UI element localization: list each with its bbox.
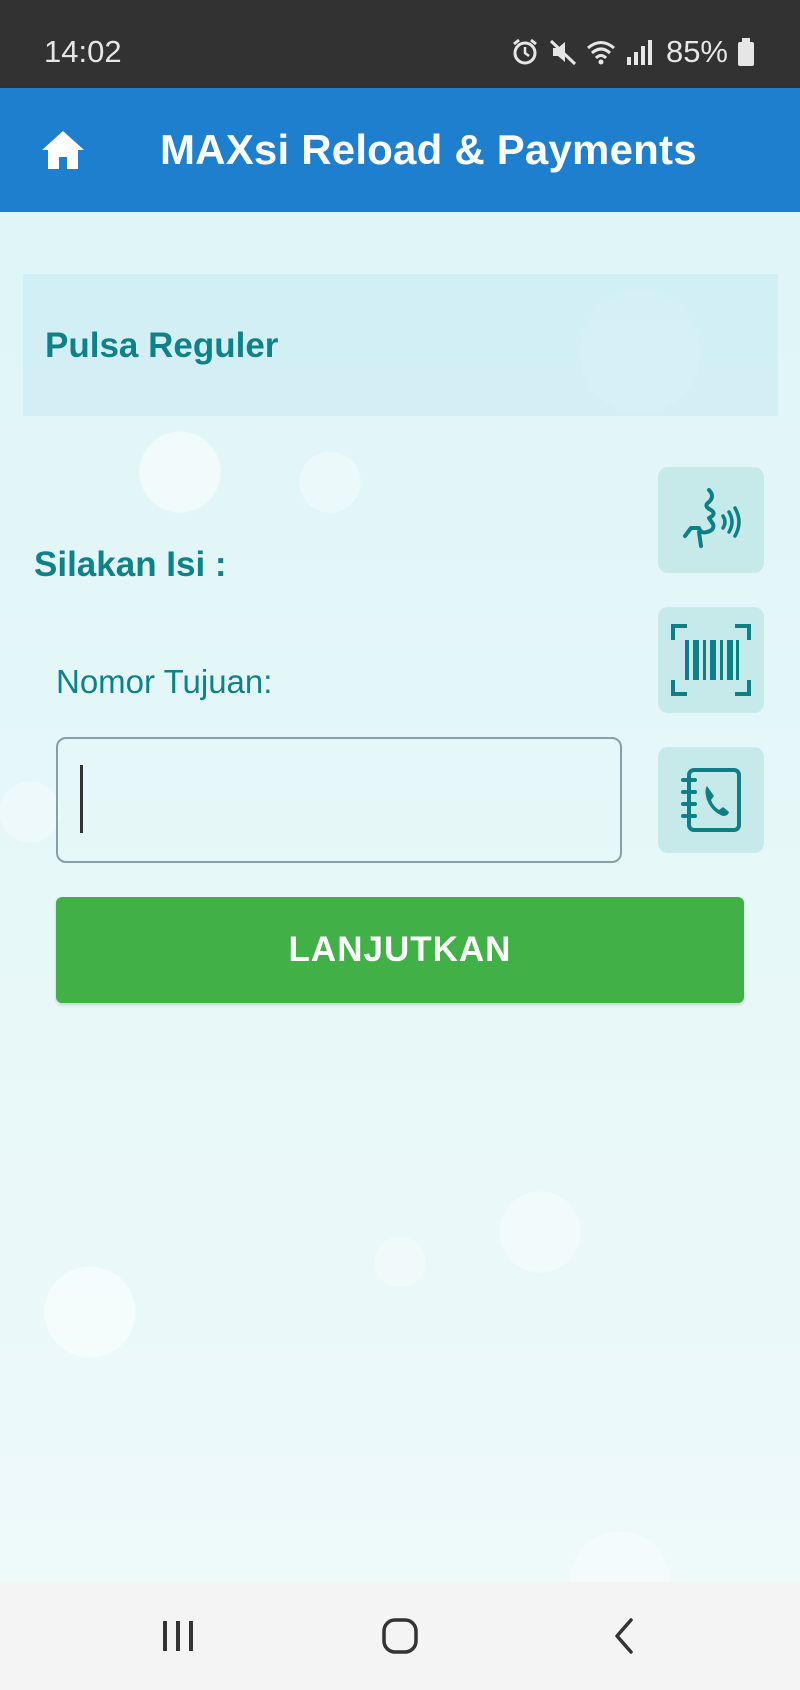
destination-number-input[interactable] (56, 737, 622, 863)
voice-input-button[interactable] (658, 467, 764, 573)
back-button[interactable] (594, 1610, 654, 1662)
wifi-icon (586, 41, 615, 65)
barcode-icon (671, 624, 751, 696)
home-nav-icon (382, 1618, 418, 1654)
home-nav-button[interactable] (370, 1610, 430, 1662)
recent-apps-icon (163, 1621, 193, 1651)
back-icon (615, 1618, 633, 1654)
fill-prompt: Silakan Isi : (34, 545, 227, 584)
home-icon[interactable] (40, 128, 86, 172)
app-title: MAXsi Reload & Payments (160, 126, 697, 173)
voice-icon (683, 488, 741, 548)
recent-apps-button[interactable] (148, 1610, 208, 1662)
contacts-button[interactable] (658, 747, 764, 853)
destination-number-label: Nomor Tujuan: (56, 663, 273, 700)
system-nav-bar (0, 1582, 800, 1690)
battery-percent: 85% (665, 34, 728, 69)
app-bar: MAXsi Reload & Payments (0, 88, 800, 212)
text-caret (80, 765, 83, 833)
signal-icon (626, 40, 652, 65)
status-time: 14:02 (44, 34, 122, 69)
contact-book-icon (681, 768, 741, 832)
mute-icon (549, 39, 576, 66)
alarm-icon (513, 38, 537, 65)
continue-button[interactable]: LANJUTKAN (56, 897, 744, 1003)
section-title: Pulsa Reguler (45, 326, 279, 365)
status-bar: 14:02 85% (0, 0, 800, 88)
barcode-scan-button[interactable] (658, 607, 764, 713)
battery-icon (738, 38, 754, 66)
status-icons: 85% (510, 34, 756, 70)
section-header: Pulsa Reguler (23, 274, 778, 416)
